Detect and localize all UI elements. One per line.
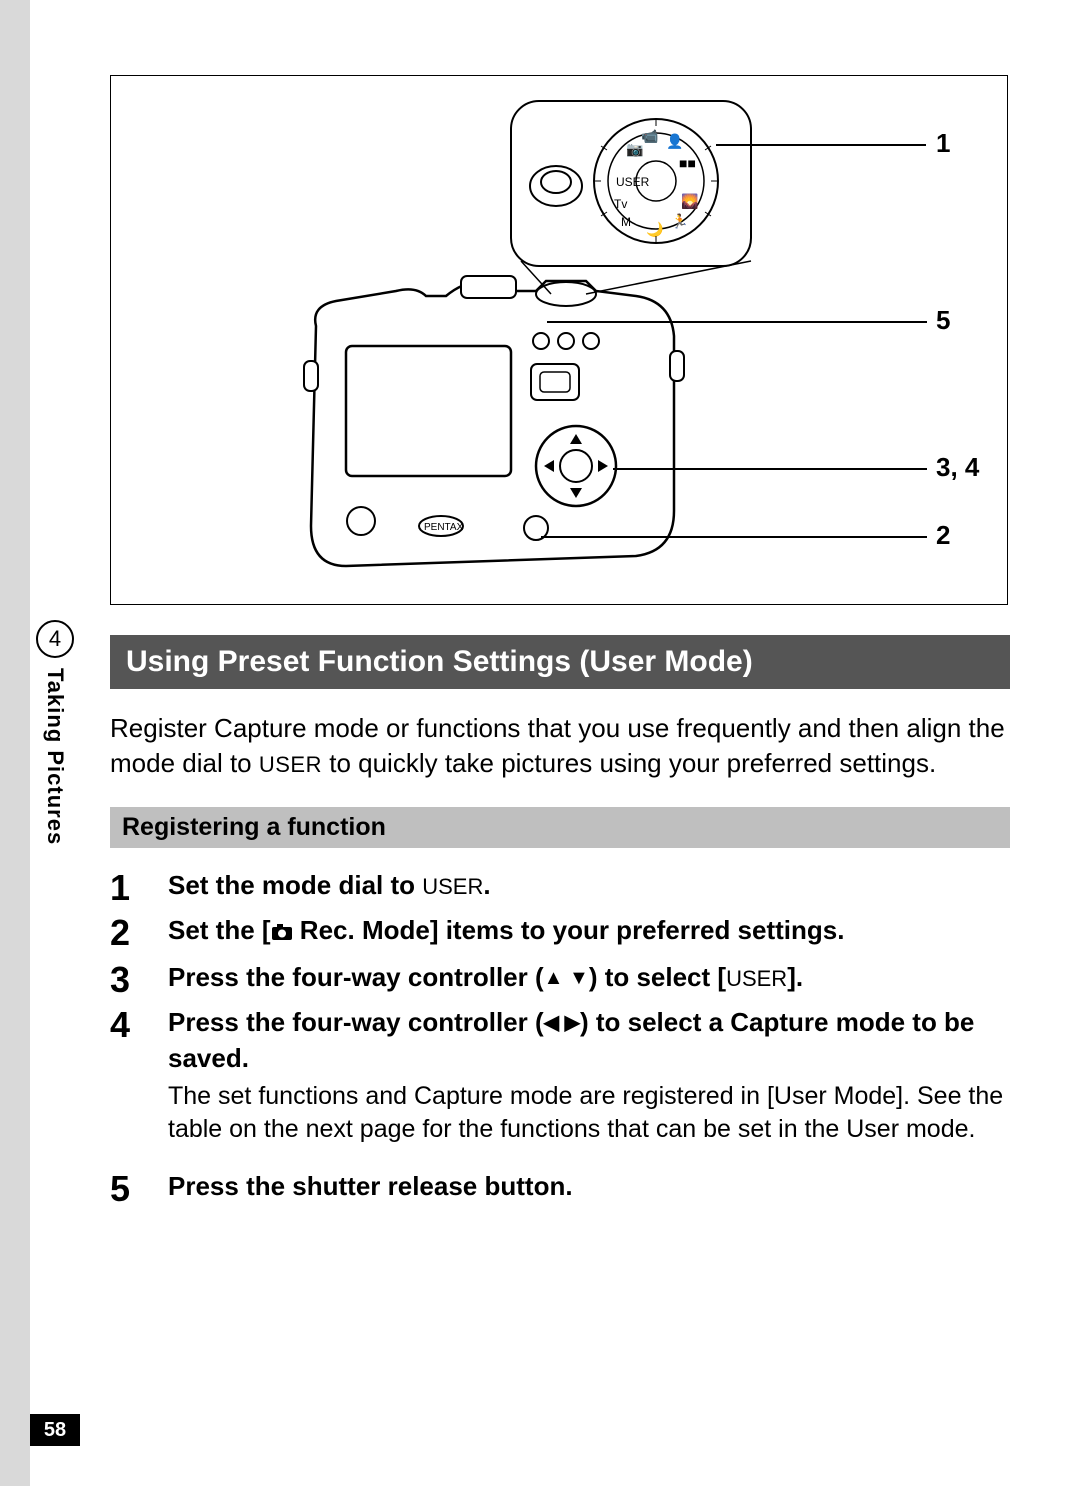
step-text: Press the shutter release button. <box>168 1169 1010 1214</box>
step-text-part: Press the four-way controller ( <box>168 962 544 992</box>
step-text: Press the four-way controller (◀ ▶) to s… <box>168 1005 1010 1169</box>
callout-line <box>716 144 926 146</box>
page-number: 58 <box>30 1414 80 1446</box>
step-text-part: Press the four-way controller ( <box>168 1007 544 1037</box>
step-row: 5 Press the shutter release button. <box>110 1169 1010 1214</box>
chapter-number-badge: 4 <box>36 620 74 658</box>
step-text: Press the four-way controller (▲ ▼) to s… <box>168 960 1010 1005</box>
step-number: 4 <box>110 1005 168 1169</box>
step-text-part: . <box>483 870 490 900</box>
margin-stripe <box>0 0 30 1486</box>
chapter-sidebar: 4 Taking Pictures <box>30 620 80 845</box>
callout-label-34: 3, 4 <box>936 452 979 483</box>
intro-text: Register Capture mode or functions that … <box>110 711 1010 781</box>
page-content: USER ■■ 👤 📹 📷 🌄 🏃 🌙 M Tv <box>110 75 1010 1214</box>
step-text: Set the mode dial to USER. <box>168 868 1010 913</box>
step-text-part: Set the mode dial to <box>168 870 422 900</box>
illustration-box: USER ■■ 👤 📹 📷 🌄 🏃 🌙 M Tv <box>110 75 1008 605</box>
up-down-arrows-icon: ▲ ▼ <box>544 967 589 989</box>
user-mode-text: USER <box>259 752 322 777</box>
callout-label-2: 2 <box>936 520 950 551</box>
step-row: 4 Press the four-way controller (◀ ▶) to… <box>110 1005 1010 1169</box>
intro-part-b: to quickly take pictures using your pref… <box>322 748 936 778</box>
step-text-part: ) to select [ <box>589 962 726 992</box>
step-row: 2 Set the [ Rec. Mode] items to your pre… <box>110 913 1010 960</box>
step-text-part: Rec. Mode] items to your preferred setti… <box>293 915 845 945</box>
step-number: 5 <box>110 1169 168 1214</box>
chapter-label: Taking Pictures <box>42 668 68 845</box>
subsection-heading: Registering a function <box>110 807 1010 848</box>
step-text: Set the [ Rec. Mode] items to your prefe… <box>168 913 1010 960</box>
section-title-bar: Using Preset Function Settings (User Mod… <box>110 635 1010 689</box>
callout-line <box>547 321 927 323</box>
steps-list: 1 Set the mode dial to USER. 2 Set the [… <box>110 868 1010 1214</box>
callout-label-5: 5 <box>936 305 950 336</box>
step-number: 1 <box>110 868 168 913</box>
step-row: 1 Set the mode dial to USER. <box>110 868 1010 913</box>
step-text-part: ]. <box>787 962 803 992</box>
callout-line <box>613 468 927 470</box>
user-mode-text: USER <box>726 966 787 991</box>
step-number: 2 <box>110 913 168 960</box>
callout-label-1: 1 <box>936 128 950 159</box>
step-note: The set functions and Capture mode are r… <box>168 1076 1010 1160</box>
user-mode-text: USER <box>422 874 483 899</box>
step-text-part: Set the [ <box>168 915 271 945</box>
camera-icon <box>271 915 293 950</box>
left-right-arrows-icon: ◀ ▶ <box>544 1012 580 1034</box>
callout-connector-lines <box>111 76 1009 606</box>
step-row: 3 Press the four-way controller (▲ ▼) to… <box>110 960 1010 1005</box>
step-number: 3 <box>110 960 168 1005</box>
callout-line <box>541 536 927 538</box>
